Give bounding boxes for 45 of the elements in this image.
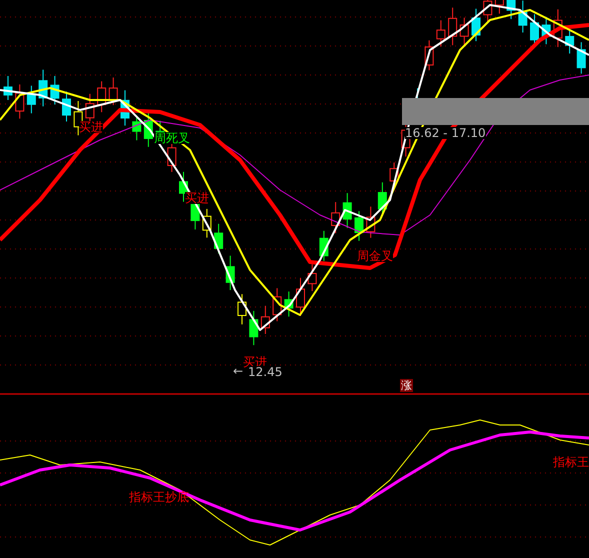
candlestick — [132, 115, 142, 141]
price-range-label: 16.62 - 17.10 — [405, 127, 486, 139]
candlestick — [108, 77, 118, 106]
candlestick — [518, 0, 528, 34]
candlestick — [342, 192, 352, 228]
price-label: 12.45 — [248, 366, 282, 378]
candlestick — [272, 288, 282, 322]
candlestick — [238, 294, 246, 325]
candlestick — [542, 16, 551, 45]
candlestick — [460, 17, 469, 46]
candlestick — [4, 76, 12, 100]
rise-badge: 涨 — [400, 379, 413, 392]
candlestick — [331, 202, 340, 234]
candlestick — [553, 8, 562, 48]
candlestick — [62, 91, 71, 122]
signal-label: 买进 — [79, 121, 103, 133]
candlestick — [506, 0, 516, 20]
candlestick — [214, 223, 224, 254]
candlestick — [424, 40, 434, 71]
candlestick — [366, 206, 376, 238]
candlestick — [202, 208, 212, 238]
candlestick — [319, 230, 328, 262]
candlestick — [448, 7, 458, 46]
candlestick — [530, 14, 539, 46]
candlestick — [436, 20, 446, 48]
candlestick — [50, 75, 60, 106]
candlestick — [249, 310, 258, 346]
signal-label: 周死叉 — [154, 132, 190, 144]
candlestick — [120, 90, 130, 126]
indicator-label: 指标王抄底 — [129, 491, 189, 503]
candlestick — [38, 69, 48, 107]
candlestick — [260, 305, 270, 334]
signal-label: 周金叉 — [357, 250, 393, 262]
candlestick — [576, 42, 586, 74]
candlestick — [97, 80, 106, 113]
candlestick — [15, 84, 24, 120]
candlestick — [472, 8, 480, 42]
candlestick — [308, 264, 317, 292]
candlestick — [296, 278, 305, 316]
candlestick — [284, 291, 294, 318]
candlestick — [226, 255, 235, 291]
signal-label: 买进 — [185, 192, 209, 204]
indicator-label: 指标王 — [553, 456, 589, 468]
candlestick — [26, 85, 36, 114]
candlestick — [354, 210, 364, 242]
